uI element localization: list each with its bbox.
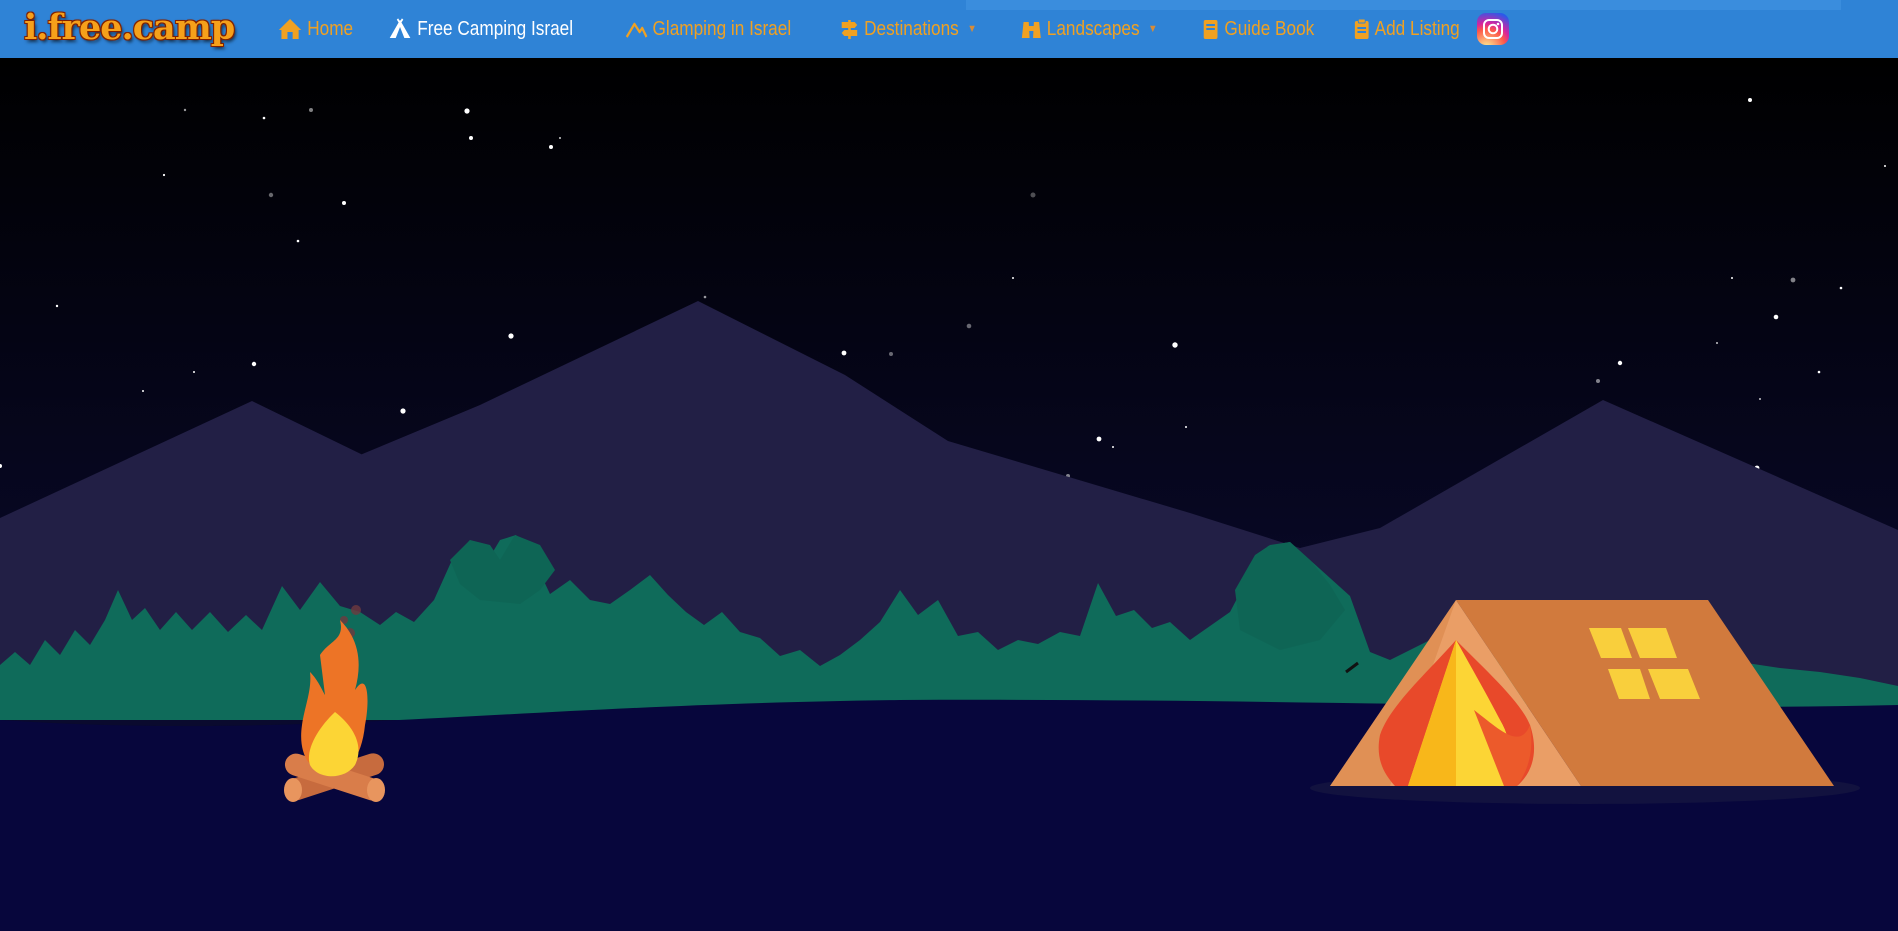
- nav-landscapes-label: Landscapes: [1046, 17, 1140, 40]
- nav-home-label: Home: [307, 17, 354, 40]
- nav-destinations-label: Destinations: [864, 17, 959, 40]
- tent-icon: [388, 18, 412, 40]
- nav-home[interactable]: Home: [278, 18, 353, 41]
- nav-glamping-in-israel[interactable]: Glamping in Israel: [625, 18, 791, 41]
- top-strip: [966, 0, 1841, 10]
- nav-add-listing[interactable]: Add Listing: [1354, 18, 1460, 41]
- signpost-icon: [840, 18, 859, 40]
- nav-guide-book[interactable]: Guide Book: [1202, 18, 1314, 41]
- instagram-icon[interactable]: [1477, 13, 1510, 45]
- top-navbar: i.free.camp Home Free Camping Israel Gla…: [0, 0, 1898, 58]
- nav-guide-book-label: Guide Book: [1224, 17, 1314, 40]
- glamping-icon: [625, 18, 648, 40]
- hero-camping-scene: [0, 58, 1898, 931]
- site-logo[interactable]: i.free.camp: [24, 7, 235, 48]
- nav-landscapes[interactable]: Landscapes ▼: [1021, 17, 1158, 41]
- book-icon: [1202, 18, 1219, 40]
- nav-destinations[interactable]: Destinations ▼: [840, 18, 977, 41]
- chevron-down-icon: ▼: [967, 23, 977, 35]
- clipboard-icon: [1354, 18, 1369, 40]
- chevron-down-icon: ▼: [1148, 23, 1158, 35]
- home-icon: [278, 18, 302, 40]
- nav-glamping-label: Glamping in Israel: [652, 17, 791, 40]
- nav-free-camping-israel[interactable]: Free Camping Israel: [388, 18, 573, 41]
- binoculars-icon: [1021, 18, 1042, 40]
- nav-free-camping-israel-label: Free Camping Israel: [416, 17, 573, 40]
- nav-add-listing-label: Add Listing: [1374, 17, 1460, 40]
